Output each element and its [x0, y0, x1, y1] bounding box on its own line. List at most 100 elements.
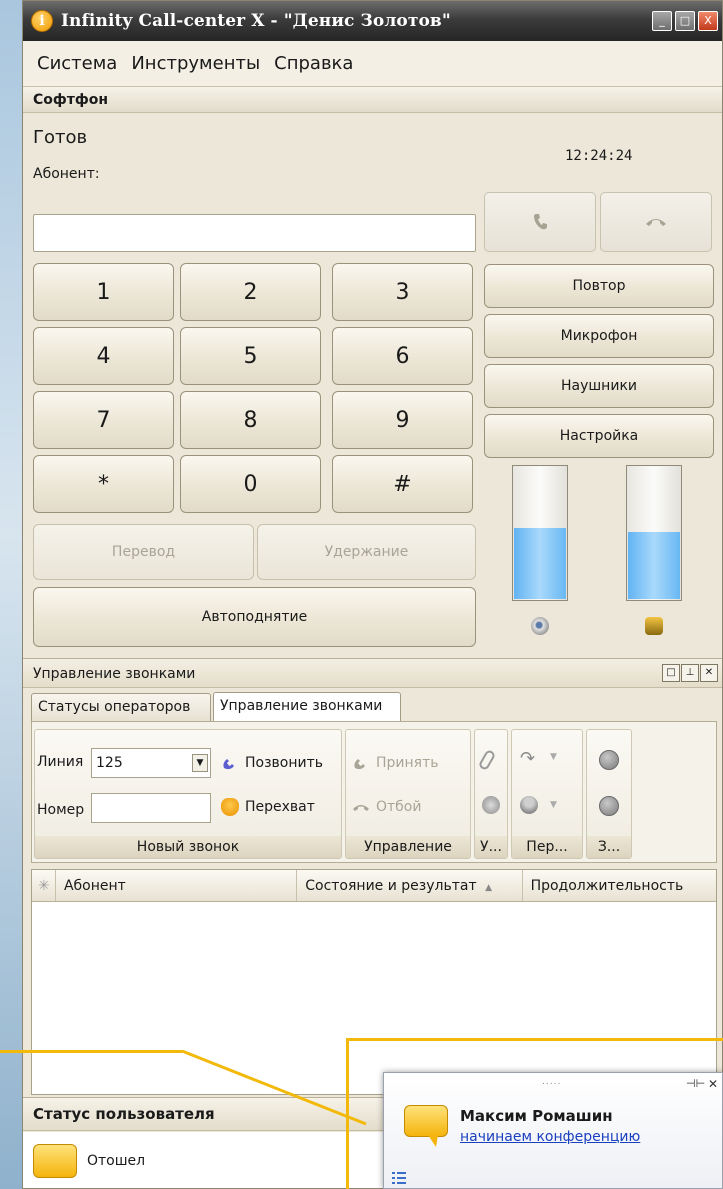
- hangup-small-icon: [353, 805, 369, 811]
- key-star[interactable]: *: [33, 455, 174, 513]
- softphone-header: Софтфон: [23, 87, 722, 113]
- group-z: З...: [586, 729, 632, 859]
- sort-asc-icon: ▲: [485, 883, 492, 893]
- annotation-line-left: [0, 1050, 182, 1053]
- paperclip-icon[interactable]: [477, 748, 497, 772]
- popup-message-link[interactable]: начинаем конференцию: [460, 1129, 640, 1145]
- reject-button[interactable]: Отбой: [352, 798, 421, 816]
- column-duration[interactable]: Продолжительность: [523, 870, 716, 901]
- intercept-button[interactable]: Перехват: [221, 798, 315, 816]
- key-1[interactable]: 1: [33, 263, 174, 321]
- hangup-button[interactable]: [600, 192, 712, 252]
- notification-popup[interactable]: ..... ⊣⊢ ✕ Максим Ромашин начинаем конфе…: [383, 1072, 723, 1189]
- key-6[interactable]: 6: [332, 327, 473, 385]
- dial-button[interactable]: Позвонить: [221, 754, 323, 772]
- key-0[interactable]: 0: [180, 455, 321, 513]
- forward-icon[interactable]: ↷: [520, 748, 535, 769]
- call-management-header: Управление звонками: [23, 658, 722, 688]
- reject-label: Отбой: [376, 799, 422, 815]
- users-chevron-icon[interactable]: ▼: [550, 800, 557, 810]
- title-bar[interactable]: i Infinity Call-center X - "Денис Золото…: [23, 1, 722, 41]
- column-state-result-label: Состояние и результат: [305, 878, 477, 894]
- popup-sender: Максим Ромашин: [460, 1107, 613, 1125]
- dial-label: Позвонить: [245, 755, 324, 771]
- check-circle-icon[interactable]: [482, 796, 500, 814]
- group-z-label: З...: [587, 836, 631, 858]
- popup-pin-icon[interactable]: ⊣⊢: [686, 1077, 705, 1090]
- mute-icon[interactable]: [599, 796, 619, 816]
- redial-button[interactable]: Повтор: [484, 264, 714, 308]
- minimize-button[interactable]: _: [652, 11, 672, 31]
- call-button[interactable]: [484, 192, 596, 252]
- autoanswer-button[interactable]: Автоподнятие: [33, 587, 476, 647]
- key-hash[interactable]: #: [332, 455, 473, 513]
- group-u: У...: [474, 729, 508, 859]
- key-8[interactable]: 8: [180, 391, 321, 449]
- record-icon[interactable]: [599, 750, 619, 770]
- chevron-down-icon[interactable]: ▼: [192, 754, 208, 772]
- list-icon[interactable]: [392, 1171, 406, 1185]
- group-control-label: Управление: [346, 836, 470, 858]
- key-5[interactable]: 5: [180, 327, 321, 385]
- ribbon: Линия 125 ▼ Номер Позвонить Перехват Нов…: [31, 721, 717, 863]
- annotation-line-diagonal: [181, 1049, 367, 1126]
- key-7[interactable]: 7: [33, 391, 174, 449]
- menu-help[interactable]: Справка: [274, 53, 353, 74]
- annotation-frame-top: [346, 1038, 723, 1041]
- hold-button[interactable]: Удержание: [257, 524, 476, 580]
- chat-bubble-icon: [404, 1105, 448, 1137]
- column-abonent[interactable]: Абонент: [56, 870, 298, 901]
- number-field[interactable]: [91, 793, 211, 823]
- speaker-volume-slider[interactable]: [512, 465, 568, 601]
- app-window: i Infinity Call-center X - "Денис Золото…: [22, 0, 723, 1189]
- key-9[interactable]: 9: [332, 391, 473, 449]
- microphone-button[interactable]: Микрофон: [484, 314, 714, 358]
- menu-bar: Система Инструменты Справка: [23, 41, 722, 87]
- window-title: Infinity Call-center X - "Денис Золотов": [61, 11, 451, 31]
- app-logo-icon: i: [31, 10, 53, 32]
- mic-volume-slider[interactable]: [626, 465, 682, 601]
- accept-button[interactable]: Принять: [352, 754, 439, 772]
- mic-volume-fill: [628, 532, 680, 599]
- group-control: Принять Отбой Управление: [345, 729, 471, 859]
- intercept-label: Перехват: [245, 799, 315, 815]
- settings-button[interactable]: Настройка: [484, 414, 714, 458]
- microphone-icon: [645, 617, 663, 635]
- popup-grip[interactable]: .....: [542, 1077, 561, 1087]
- window-controls: _ □ X: [652, 11, 718, 31]
- panel-maximize-button[interactable]: □: [662, 664, 680, 682]
- clock: 12:24:24: [565, 148, 633, 164]
- key-4[interactable]: 4: [33, 327, 174, 385]
- speaker-volume-fill: [514, 527, 566, 599]
- line-label: Линия: [37, 754, 84, 770]
- menu-system[interactable]: Система: [37, 53, 117, 74]
- chat-bubble-tail: [428, 1135, 438, 1147]
- panel-pin-button[interactable]: ⊥: [681, 664, 699, 682]
- hangup-icon: [646, 219, 666, 226]
- hand-icon: [221, 798, 239, 816]
- forward-chevron-icon[interactable]: ▼: [550, 752, 557, 762]
- key-3[interactable]: 3: [332, 263, 473, 321]
- calls-table-header: ✳ Абонент Состояние и результат ▲ Продол…: [32, 870, 716, 902]
- phone-status: Готов: [33, 127, 88, 148]
- maximize-button[interactable]: □: [675, 11, 695, 31]
- group-transfer: ↷ ▼ ▼ Пер...: [511, 729, 583, 859]
- users-icon[interactable]: [520, 796, 538, 814]
- tab-operator-statuses[interactable]: Статусы операторов: [31, 693, 211, 721]
- popup-close-icon[interactable]: ✕: [708, 1077, 718, 1091]
- group-new-call-label: Новый звонок: [35, 836, 341, 858]
- call-management-title: Управление звонками: [33, 666, 196, 682]
- headphones-button[interactable]: Наушники: [484, 364, 714, 408]
- transfer-button[interactable]: Перевод: [33, 524, 254, 580]
- column-selector-icon[interactable]: ✳: [32, 870, 56, 901]
- tab-call-management[interactable]: Управление звонками: [213, 692, 401, 722]
- phone-dial-icon: [223, 759, 234, 770]
- menu-tools[interactable]: Инструменты: [131, 53, 260, 74]
- panel-close-button[interactable]: ✕: [700, 664, 718, 682]
- key-2[interactable]: 2: [180, 263, 321, 321]
- close-button[interactable]: X: [698, 11, 718, 31]
- column-state-result[interactable]: Состояние и результат ▲: [297, 870, 523, 901]
- user-status-value[interactable]: Отошел: [87, 1153, 145, 1169]
- number-input[interactable]: [33, 214, 476, 252]
- line-select[interactable]: 125 ▼: [91, 748, 211, 778]
